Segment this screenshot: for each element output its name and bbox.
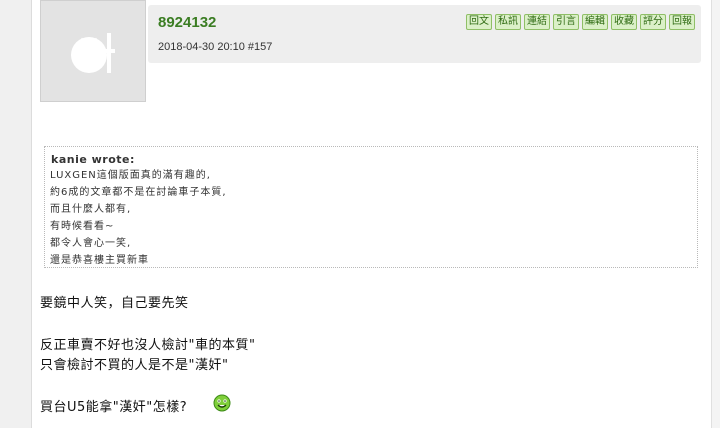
quote-line: 還是恭喜樓主買新車 — [50, 255, 149, 266]
message-line: 要鏡中人笑，自己要先笑 — [40, 296, 189, 311]
message-line: 買台U5能拿"漢奸"怎樣? — [40, 400, 188, 415]
link-button[interactable]: 連結 — [524, 14, 550, 30]
right-scrollbar[interactable] — [711, 0, 720, 428]
quote-line: 約6成的文章都不是在討論車子本質, — [50, 187, 227, 198]
quote-line: LUXGEN這個版面真的滿有趣的, — [50, 170, 211, 181]
quote-body: LUXGEN這個版面真的滿有趣的, 約6成的文章都不是在討論車子本質, 而且什麼… — [50, 167, 227, 269]
quote-box: kanie wrote: LUXGEN這個版面真的滿有趣的, 約6成的文章都不是… — [44, 146, 698, 268]
rate-button[interactable]: 評分 — [640, 14, 666, 30]
report-button[interactable]: 回報 — [669, 14, 695, 30]
quote-button[interactable]: 引言 — [553, 14, 579, 30]
reply-button[interactable]: 回文 — [466, 14, 492, 30]
smiley-icon — [213, 394, 231, 412]
edit-button[interactable]: 編輯 — [582, 14, 608, 30]
default-avatar-icon — [71, 33, 115, 73]
message-line: 只會檢討不買的人是不是"漢奸" — [40, 358, 229, 373]
quote-line: 有時候看看~ — [50, 221, 115, 232]
quote-author: kanie wrote: — [51, 153, 135, 166]
username-link[interactable]: 8924132 — [158, 14, 216, 31]
private-message-button[interactable]: 私訊 — [495, 14, 521, 30]
post-actions: 回文 私訊 連結 引言 編輯 收藏 評分 回報 — [466, 14, 695, 30]
post-header: 8924132 2018-04-30 20:10 #157 回文 私訊 連結 引… — [148, 5, 701, 63]
quote-line: 而且什麼人都有, — [50, 204, 132, 215]
favorite-button[interactable]: 收藏 — [611, 14, 637, 30]
post-timestamp: 2018-04-30 20:10 #157 — [158, 41, 273, 53]
quote-line: 都令人會心一笑, — [50, 238, 132, 249]
avatar[interactable] — [40, 0, 146, 102]
message-line: 反正車賣不好也沒人檢討"車的本質" — [40, 338, 256, 353]
left-rail — [0, 0, 32, 428]
